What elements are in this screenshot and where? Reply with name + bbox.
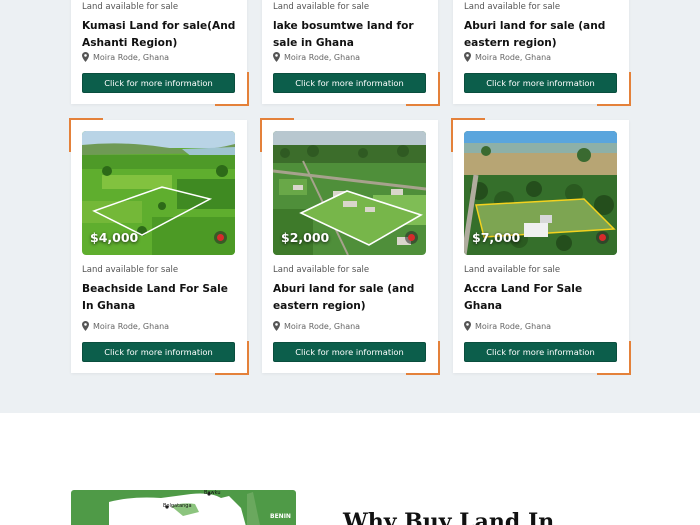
listing-photo[interactable]: $7,000 bbox=[464, 131, 617, 255]
listing-photo[interactable]: $4,000 bbox=[82, 131, 235, 255]
listing-type: Land available for sale bbox=[82, 2, 179, 12]
more-info-button[interactable]: Click for more information bbox=[82, 73, 235, 93]
listing-card: $2,000 Land available for sale Aburi lan… bbox=[260, 118, 440, 375]
listing-title[interactable]: Accra Land For Sale Ghana bbox=[464, 281, 620, 314]
map-pin-icon bbox=[464, 52, 471, 62]
listing-price: $7,000 bbox=[472, 230, 521, 245]
listing-title[interactable]: lake bosumtwe land for sale in Ghana bbox=[273, 18, 429, 51]
why-buy-heading: Why Buy Land In bbox=[343, 509, 555, 525]
listing-title[interactable]: Aburi land for sale (and eastern region) bbox=[464, 18, 620, 51]
listing-title[interactable]: Kumasi Land for sale(And Ashanti Region) bbox=[82, 18, 238, 51]
listing-type: Land available for sale bbox=[273, 265, 370, 275]
more-info-button[interactable]: Click for more information bbox=[464, 73, 617, 93]
location-text: Moira Rode, Ghana bbox=[475, 52, 552, 62]
listing-location: Moira Rode, Ghana bbox=[273, 321, 360, 331]
listing-type: Land available for sale bbox=[464, 2, 561, 12]
why-buy-section: Bawku Bolgatanga BENIN Why Buy Land In bbox=[0, 413, 700, 525]
listing-location: Moira Rode, Ghana bbox=[82, 321, 169, 331]
map-pin-icon bbox=[82, 321, 89, 331]
listing-location: Moira Rode, Ghana bbox=[464, 52, 551, 62]
listing-card: $7,000 Land available for sale Accra Lan… bbox=[451, 118, 631, 375]
map-label: Bolgatanga bbox=[163, 503, 192, 509]
listing-card: Land available for sale Aburi land for s… bbox=[453, 0, 631, 106]
location-text: Moira Rode, Ghana bbox=[93, 321, 170, 331]
listing-price: $4,000 bbox=[90, 230, 139, 245]
location-text: Moira Rode, Ghana bbox=[284, 52, 361, 62]
listing-section: Land available for sale Kumasi Land for … bbox=[0, 0, 700, 413]
pin-dot-icon[interactable] bbox=[596, 231, 609, 244]
map-label: Bawku bbox=[204, 490, 221, 496]
pin-dot-icon[interactable] bbox=[405, 231, 418, 244]
listing-card: Land available for sale Kumasi Land for … bbox=[71, 0, 249, 106]
pin-dot-icon[interactable] bbox=[214, 231, 227, 244]
listing-location: Moira Rode, Ghana bbox=[464, 321, 551, 331]
map-label: BENIN bbox=[270, 513, 291, 520]
more-info-button[interactable]: Click for more information bbox=[82, 342, 235, 362]
map-pin-icon bbox=[273, 52, 280, 62]
listing-photo[interactable]: $2,000 bbox=[273, 131, 426, 255]
listing-location: Moira Rode, Ghana bbox=[273, 52, 360, 62]
map-pin-icon bbox=[82, 52, 89, 62]
map-pin-icon bbox=[273, 321, 280, 331]
listing-type: Land available for sale bbox=[464, 265, 561, 275]
location-text: Moira Rode, Ghana bbox=[284, 321, 361, 331]
more-info-button[interactable]: Click for more information bbox=[273, 73, 426, 93]
location-text: Moira Rode, Ghana bbox=[93, 52, 170, 62]
listing-card: $4,000 Land available for sale Beachside… bbox=[69, 118, 249, 375]
map-pin-icon bbox=[464, 321, 471, 331]
listing-title[interactable]: Aburi land for sale (and eastern region) bbox=[273, 281, 429, 314]
location-text: Moira Rode, Ghana bbox=[475, 321, 552, 331]
listing-title[interactable]: Beachside Land For Sale In Ghana bbox=[82, 281, 238, 314]
listing-card: Land available for sale lake bosumtwe la… bbox=[262, 0, 440, 106]
listing-type: Land available for sale bbox=[82, 265, 179, 275]
listing-price: $2,000 bbox=[281, 230, 330, 245]
listing-type: Land available for sale bbox=[273, 2, 370, 12]
more-info-button[interactable]: Click for more information bbox=[273, 342, 426, 362]
listing-location: Moira Rode, Ghana bbox=[82, 52, 169, 62]
ghana-map: Bawku Bolgatanga BENIN bbox=[71, 490, 296, 525]
more-info-button[interactable]: Click for more information bbox=[464, 342, 617, 362]
